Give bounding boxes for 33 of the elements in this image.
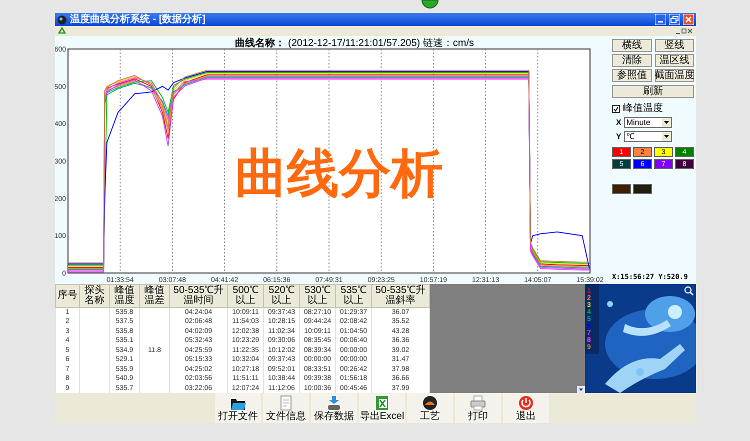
panel-button[interactable]: 横线 [612, 39, 652, 52]
chart-title-label: 曲线名称： [235, 38, 285, 49]
column-header[interactable]: 530℃以上 [300, 284, 336, 308]
checkbox-label: 峰值温度 [623, 104, 663, 114]
column-header[interactable]: 探头名称 [80, 284, 110, 308]
refresh-button[interactable]: 刷新 [612, 85, 694, 98]
window-title: 温度曲线分析系统 - [数据分析] [70, 14, 206, 24]
dropdown[interactable]: ℃ [624, 131, 672, 142]
toolbar-button[interactable]: 打开文件 [215, 393, 261, 423]
toolbar-button[interactable]: 文件信息 [263, 393, 309, 423]
column-header[interactable]: 序号 [56, 284, 80, 308]
panel-button[interactable]: 截面温度 [654, 69, 694, 82]
column-header[interactable]: 峰值温差 [140, 284, 170, 308]
column-header[interactable]: 520℃以上 [264, 284, 300, 308]
chart-title: (2012-12-17/11:21:01/57.205) 链速：cm/s [288, 38, 474, 49]
dropdown[interactable]: Minute [624, 117, 672, 128]
panel-button[interactable]: 温区线 [654, 54, 694, 67]
column-header[interactable]: 500℃以上 [228, 284, 264, 308]
panel-button[interactable]: 清除 [612, 54, 652, 67]
overlay-caption: 曲线分析 [235, 148, 443, 200]
toolbar-button[interactable]: 保存数据 [311, 393, 357, 423]
panel-button[interactable]: 参照值 [612, 69, 652, 82]
panel-button[interactable]: 竖线 [654, 39, 694, 52]
toolbar-button[interactable]: 退出 [503, 393, 549, 423]
toolbar-button[interactable]: 工艺 [407, 393, 453, 423]
select-label: Y [616, 132, 622, 140]
column-header[interactable]: 535℃以上 [336, 284, 372, 308]
column-header[interactable]: 50-535℃升温斜率 [372, 284, 430, 308]
toolbar-button[interactable]: 导出Excel [359, 393, 405, 423]
toolbar-button[interactable]: 打印 [455, 393, 501, 423]
column-header[interactable]: 50-535℃升温时间 [170, 284, 228, 308]
select-label: X [616, 118, 622, 126]
column-header[interactable]: 峰值温度 [110, 284, 140, 308]
